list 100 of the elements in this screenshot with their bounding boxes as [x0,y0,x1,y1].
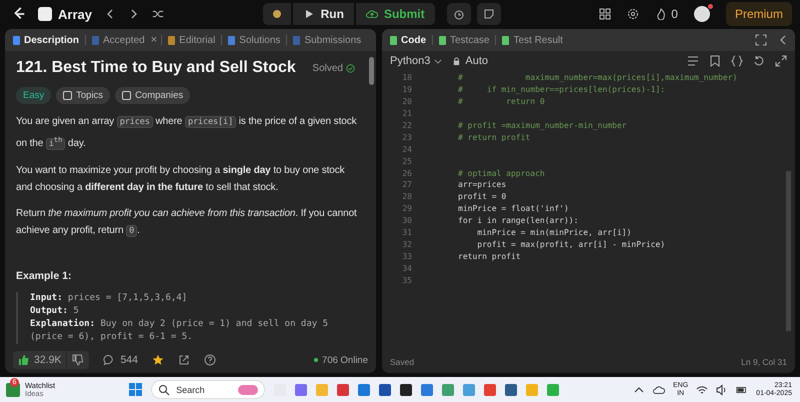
logo-icon[interactable] [12,6,26,22]
streak-counter[interactable]: 0 [655,7,678,21]
line-number: 30 [401,216,412,226]
line-number: 26 [401,168,412,178]
fullscreen-icon[interactable] [755,34,767,46]
tag-button[interactable]: Topics [56,87,110,104]
line-number: 33 [401,252,412,261]
format-icon[interactable] [687,55,699,67]
line-number: 34 [401,264,412,273]
line-number: 20 [401,97,412,106]
flame-icon [655,8,668,20]
code-line: minPrice = float('inf') [458,204,569,214]
help-icon[interactable] [204,354,216,366]
tag-button[interactable]: Companies [115,87,190,104]
thumbs-down-icon [72,354,84,366]
example-line: Output: 5 [30,304,80,318]
description-paragraph: You are given an array prices where prices[i] is the price of a given stock on the i$^{th}$ day. [16,115,358,152]
difficulty-badge: Easy [16,87,52,104]
comment-icon [103,354,116,366]
line-number: 21 [401,109,412,118]
code-line: # maximum_number=max(prices[i],maximum_number) [458,73,738,82]
panel-tab[interactable]: Solutions [226,34,282,46]
language-dropdown[interactable]: Python3 [390,55,442,67]
line-number: 19 [401,85,412,94]
app-icon[interactable] [379,384,392,396]
panel-tab[interactable]: Test Result [500,34,565,46]
cloud-upload-icon [366,8,378,20]
code-line: profit = max(profit, arr[i] - minPrice) [476,240,666,249]
avatar[interactable] [694,6,710,22]
online-count: 706 Online [314,354,368,366]
check-circle-icon [346,64,355,72]
panel-tab[interactable]: Code [388,34,428,46]
app-icon[interactable] [400,384,412,396]
alarm-button[interactable] [446,3,471,25]
close-icon[interactable]: × [150,34,158,46]
comments-button[interactable]: 544 [103,354,138,366]
debug-button[interactable] [262,3,291,25]
braces-icon[interactable] [731,55,743,67]
code-line: return profit [458,252,521,261]
description-paragraph: You want to maximize your profit by choosing a single day to buy one stock and choosing a different day in the future to sell that stock. [16,164,346,195]
like-button[interactable]: 32.9K [13,351,66,369]
reset-icon[interactable] [753,55,765,67]
tab-icon [228,36,236,44]
cursor-position: Ln 9, Col 31 [741,357,787,367]
line-number: 32 [401,240,412,249]
search-field[interactable]: Search [151,380,266,399]
note-icon [482,8,495,20]
panel-tab[interactable]: Submissions [291,34,364,46]
submit-button[interactable]: Submit [356,3,435,25]
status-dot [314,358,318,362]
cloud-icon[interactable] [653,384,665,396]
dislike-button[interactable] [67,351,90,369]
panel-tab[interactable]: Testcase [437,34,492,46]
code-line: # return 0 [458,97,545,106]
premium-button[interactable]: Premium [726,2,792,26]
grid-icon[interactable] [599,8,612,20]
line-number: 22 [401,121,412,130]
problem-title: 121. Best Time to Buy and Sell Stock [16,59,296,77]
line-number: 18 [401,73,412,82]
code-line: arr=prices [458,180,506,190]
start-icon[interactable] [129,383,142,396]
solved-status: Solved [312,62,355,74]
panel-tab[interactable]: Accepted [90,34,147,46]
code-line: profit = 0 [458,192,506,202]
clock-icon [452,8,465,20]
tab-icon [502,36,510,44]
panel-tab[interactable]: Description [11,34,82,46]
shuffle-icon[interactable] [152,8,164,20]
problem-list-link[interactable]: Array [38,6,92,22]
wifi-icon[interactable] [696,384,708,396]
tab-icon [439,36,446,44]
expand-icon[interactable] [775,55,787,67]
settings-icon[interactable] [627,8,640,20]
note-button[interactable] [476,3,501,25]
auto-mode-label[interactable]: Auto [454,55,488,67]
description-paragraph: Return the maximum profit you can achieve from this transaction. If you cannot achieve any profit, return 0 . [16,206,358,239]
app-icon[interactable] [505,384,518,396]
code-line: # profit =maximum_number-min_number [458,121,627,130]
share-icon[interactable] [178,354,190,366]
code-line: for i in range(len(arr)): [458,216,578,226]
code-line: minPrice = min(minPrice, arr[i]) [476,228,632,238]
line-number: 28 [401,192,412,202]
code-line: # return profit [458,132,530,142]
scrollbar-thumb[interactable] [369,57,374,85]
tag-icon [63,91,72,100]
notification-dot [708,4,713,9]
line-number: 25 [401,156,412,166]
scrollbar-thumb[interactable] [786,171,791,331]
line-number: 27 [401,180,412,190]
line-number: 29 [401,204,412,214]
run-button[interactable]: Run [292,3,354,25]
search-icon [158,384,170,396]
bookmark-icon[interactable] [709,55,721,67]
star-icon[interactable] [152,354,164,366]
tab-icon [13,36,20,44]
panel-tab[interactable]: Editorial [166,34,218,46]
line-number: 24 [401,144,412,154]
example-heading: Example 1: [16,270,72,282]
line-number: 23 [401,132,412,142]
tag-icon [122,91,132,100]
